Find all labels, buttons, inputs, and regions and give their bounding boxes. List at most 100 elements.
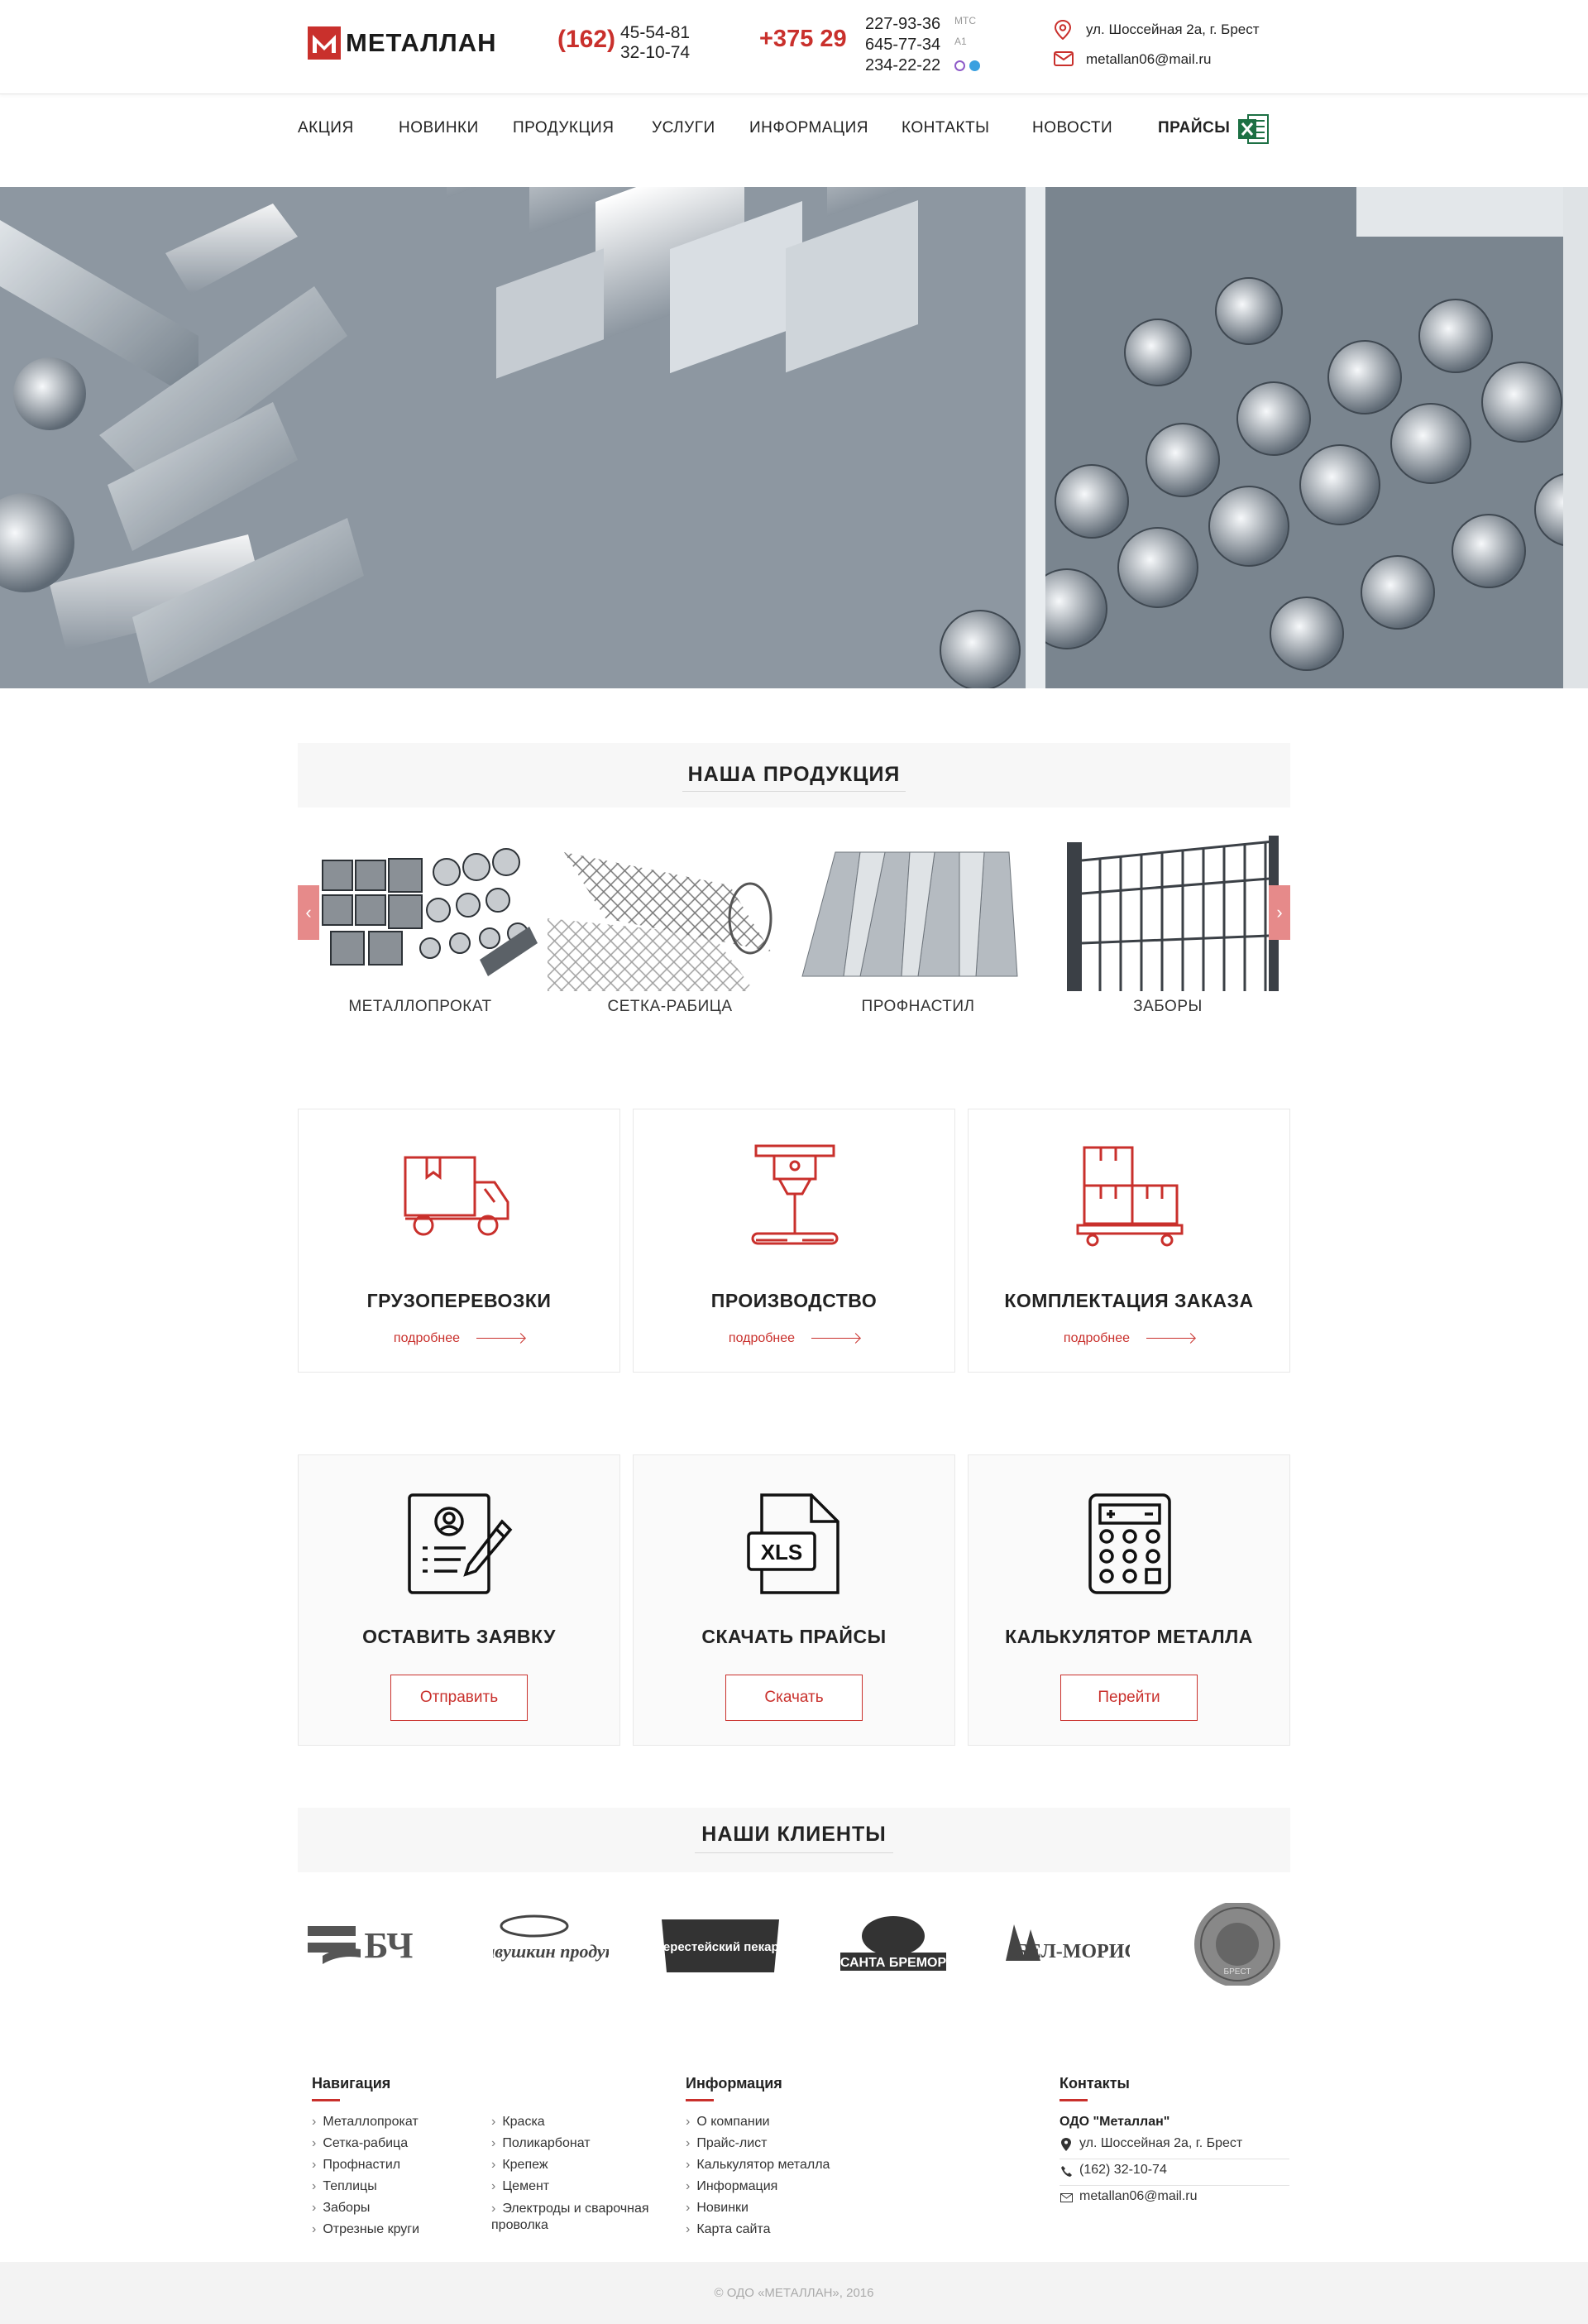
- nav-item-contacts[interactable]: Контакты: [902, 119, 990, 137]
- product-image-fences[interactable]: [1042, 836, 1279, 991]
- footer-address: ул. Шоссейная 2а, г. Брест: [1079, 2136, 1243, 2150]
- action-title-calculator: КАЛЬКУЛЯТОР МЕТАЛЛА: [1005, 1626, 1253, 1647]
- clients-section-header: НАШИ КЛИЕНТЫ: [298, 1808, 1290, 1872]
- location-pin-icon: [1061, 2138, 1071, 2151]
- footer-link[interactable]: Краска: [491, 2115, 544, 2130]
- laser-cutter-icon: [751, 1144, 839, 1245]
- service-more-production[interactable]: подробнее: [634, 1331, 954, 1346]
- nav-item-products[interactable]: Продукция: [513, 119, 614, 137]
- city-phone-2[interactable]: 32-10-74: [620, 43, 690, 63]
- title-underline: [682, 791, 906, 792]
- nav-item-new[interactable]: Новинки: [399, 119, 479, 137]
- hero-banner: [0, 187, 1588, 688]
- mail-icon: [1054, 51, 1074, 66]
- service-card-production[interactable]: ПРОИЗВОДСТВО подробнее: [633, 1109, 955, 1373]
- download-button[interactable]: Скачать: [725, 1675, 863, 1721]
- header-email[interactable]: metallan06@mail.ru: [1086, 51, 1211, 68]
- footer-nav-title: Навигация: [312, 2075, 391, 2092]
- client-logo-bch[interactable]: БЧ: [306, 1903, 447, 1986]
- mobile-phone-2[interactable]: 645-77-34: [865, 36, 940, 55]
- footer-phone[interactable]: (162) 32-10-74: [1079, 2163, 1167, 2178]
- client-logo-savushkin[interactable]: Савушкин продукт: [473, 1903, 629, 1986]
- boxes-cart-icon: [1076, 1146, 1184, 1247]
- telegram-icon[interactable]: [969, 60, 980, 71]
- truck-icon: [404, 1156, 509, 1236]
- footer-link[interactable]: Информация: [686, 2179, 777, 2194]
- carousel-prev-button[interactable]: ‹: [298, 885, 319, 940]
- footer-link[interactable]: Карта сайта: [686, 2222, 770, 2237]
- title-underline: [695, 1852, 893, 1853]
- xls-label: XLS: [761, 1540, 803, 1565]
- carousel-next-button[interactable]: ›: [1269, 885, 1290, 940]
- product-label-profnastil[interactable]: ПРОФНАСТИЛ: [794, 998, 1042, 1016]
- footer-link[interactable]: Прайс-лист: [686, 2136, 767, 2151]
- site-header: МЕТАЛЛАН (162) 45-54-81 32-10-74 +375 29…: [0, 0, 1588, 94]
- action-card-calculator: КАЛЬКУЛЯТОР МЕТАЛЛА Перейти: [968, 1454, 1290, 1746]
- client-logo-text: Берестейский пекарь: [658, 1940, 782, 1954]
- footer-link[interactable]: Калькулятор металла: [686, 2158, 830, 2173]
- logo-text[interactable]: МЕТАЛЛАН: [346, 28, 497, 58]
- nav-item-news[interactable]: Новости: [1032, 119, 1112, 137]
- mail-icon: [1060, 2193, 1073, 2202]
- client-logo-bel-moris[interactable]: БЕЛ-МОРИС: [997, 1903, 1139, 1986]
- nav-item-services[interactable]: Услуги: [652, 119, 715, 137]
- action-title-request: ОСТАВИТЬ ЗАЯВКУ: [362, 1626, 556, 1647]
- footer-link[interactable]: О компании: [686, 2115, 769, 2130]
- client-logo-pekar[interactable]: Берестейский пекарь: [654, 1903, 787, 1986]
- footer-link[interactable]: Сетка-рабица: [312, 2136, 408, 2151]
- footer-contacts-title: Контакты: [1059, 2075, 1130, 2092]
- footer-link[interactable]: Новинки: [686, 2201, 749, 2216]
- footer-divider: [1059, 2185, 1289, 2186]
- go-button[interactable]: Перейти: [1060, 1675, 1198, 1721]
- operator-a1: A1: [954, 36, 967, 47]
- footer-link[interactable]: Отрезные круги: [312, 2222, 419, 2237]
- action-title-prices: СКАЧАТЬ ПРАЙСЫ: [701, 1626, 887, 1647]
- form-pen-icon: [408, 1493, 513, 1594]
- client-logo-text: БЧ: [364, 1925, 413, 1966]
- footer-email[interactable]: metallan06@mail.ru: [1079, 2189, 1198, 2204]
- product-image-metal[interactable]: [306, 836, 543, 991]
- product-label-metal[interactable]: МЕТАЛЛОПРОКАТ: [296, 998, 544, 1016]
- footer-link[interactable]: Цемент: [491, 2179, 549, 2194]
- footer-link[interactable]: Заборы: [312, 2201, 370, 2216]
- action-card-prices: XLS СКАЧАТЬ ПРАЙСЫ Скачать: [633, 1454, 955, 1746]
- service-card-order[interactable]: КОМПЛЕКТАЦИЯ ЗАКАЗА подробнее: [968, 1109, 1290, 1373]
- service-more-transport[interactable]: подробнее: [299, 1331, 619, 1346]
- footer-link[interactable]: Электроды и сварочная проволка: [491, 2201, 665, 2234]
- header-address: ул. Шоссейная 2а, г. Брест: [1086, 22, 1260, 37]
- copyright: © ОДО «МЕТАЛЛАН», 2016: [0, 2262, 1588, 2324]
- footer-link[interactable]: Теплицы: [312, 2179, 376, 2194]
- product-label-chainlink[interactable]: СЕТКА-РАБИЦА: [546, 998, 794, 1016]
- service-title-production: ПРОИЗВОДСТВО: [710, 1290, 878, 1311]
- product-image-chainlink[interactable]: [548, 836, 784, 991]
- client-logo-santa-bremor[interactable]: САНТА БРЕМОР: [835, 1903, 951, 1986]
- mobile-phone-3[interactable]: 234-22-22: [865, 56, 940, 75]
- send-button[interactable]: Отправить: [390, 1675, 528, 1721]
- nav-item-info[interactable]: Информация: [749, 119, 868, 137]
- client-logo-brest[interactable]: БРЕСТ: [1188, 1901, 1287, 1987]
- footer-link[interactable]: Металлопрокат: [312, 2115, 418, 2130]
- footer-link[interactable]: Крепеж: [491, 2158, 548, 2173]
- nav-item-prices[interactable]: ПРАЙСЫ: [1158, 119, 1230, 137]
- city-phone-1[interactable]: 45-54-81: [620, 23, 690, 43]
- product-image-profnastil[interactable]: [794, 836, 1031, 991]
- excel-icon[interactable]: [1236, 113, 1270, 146]
- location-pin-icon: [1054, 20, 1072, 40]
- service-title-transport: ГРУЗОПЕРЕВОЗКИ: [366, 1290, 552, 1311]
- logo-icon[interactable]: [308, 26, 341, 60]
- service-more-order[interactable]: подробнее: [969, 1331, 1289, 1346]
- arrow-right-icon: [811, 1338, 860, 1339]
- viber-icon[interactable]: [954, 60, 965, 71]
- footer-title-bar: [686, 2099, 714, 2101]
- product-label-fences[interactable]: ЗАБОРЫ: [1044, 998, 1292, 1016]
- footer-title-bar: [312, 2099, 340, 2101]
- nav-item-promo[interactable]: Акция: [298, 119, 354, 137]
- footer-link[interactable]: Профнастил: [312, 2158, 400, 2173]
- mobile-phone-1[interactable]: 227-93-36: [865, 15, 940, 34]
- client-logo-text: САНТА БРЕМОР: [840, 1956, 947, 1970]
- products-section-header: НАША ПРОДУКЦИЯ: [298, 743, 1290, 807]
- main-nav: Акция Новинки Продукция Услуги Информаци…: [298, 94, 1290, 164]
- footer-link[interactable]: Поликарбонат: [491, 2136, 590, 2151]
- service-card-transport[interactable]: ГРУЗОПЕРЕВОЗКИ подробнее: [298, 1109, 620, 1373]
- operator-mts: МТС: [954, 15, 976, 26]
